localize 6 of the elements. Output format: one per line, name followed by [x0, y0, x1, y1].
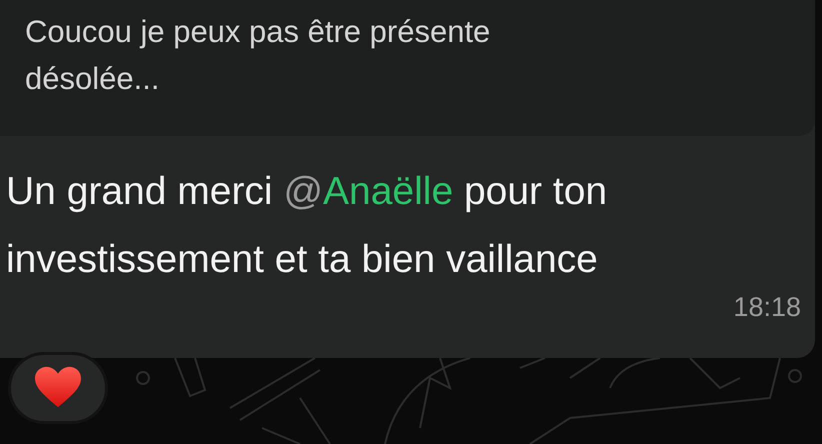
message-time: 18:18 [733, 291, 801, 324]
mention-link[interactable]: @Anaëlle [283, 170, 454, 213]
message-text: Un grand merci @Anaëlle pour ton investissement et ta bien vaillance [6, 169, 608, 283]
heart-icon [35, 366, 81, 410]
quoted-text: Coucou je peux pas être présente désolée... [25, 13, 492, 98]
quoted-message[interactable]: Coucou je peux pas être présente désolée... [0, 0, 815, 136]
